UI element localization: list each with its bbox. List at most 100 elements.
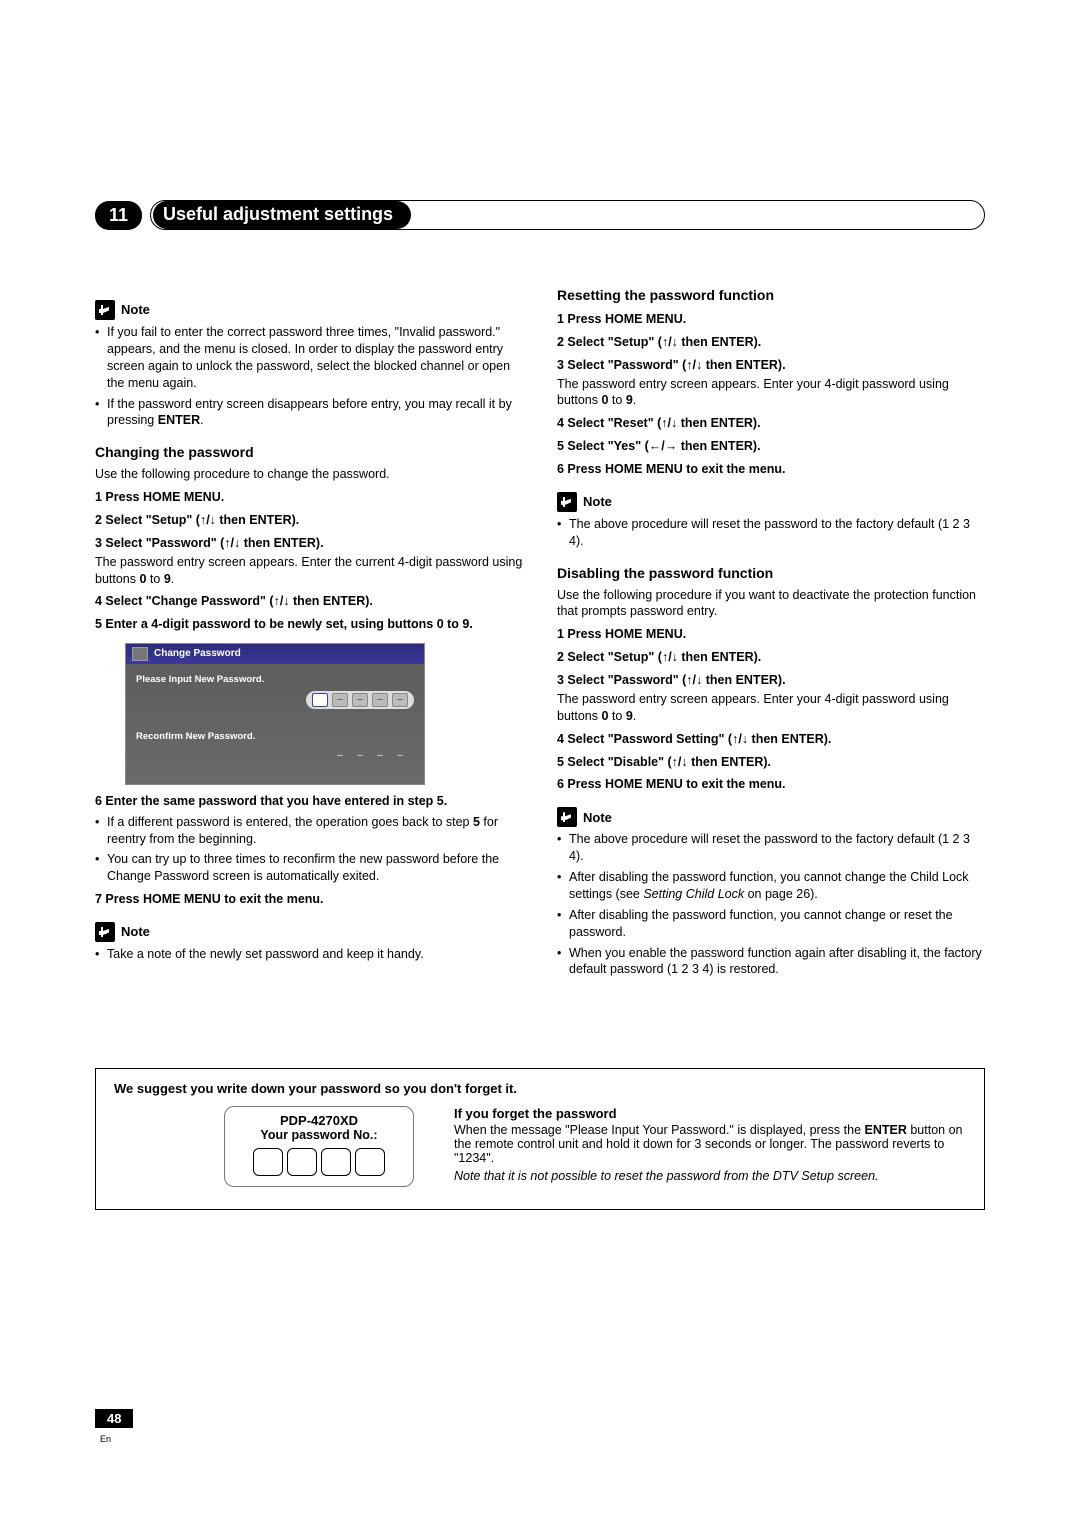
password-digit-slot: – <box>352 750 368 764</box>
password-digit-slot: – <box>352 693 368 707</box>
step: 4 Select "Change Password" (↑/↓ then ENT… <box>95 593 523 610</box>
text-bold: 9 <box>164 572 171 586</box>
lead-text: Use the following procedure to change th… <box>95 466 523 483</box>
password-cells <box>235 1148 403 1176</box>
note-label: Note <box>121 301 150 319</box>
text: When the message "Please Input Your Pass… <box>454 1123 865 1137</box>
change-password-dialog: Change Password Please Input New Passwor… <box>125 643 425 785</box>
page-number: 48 <box>95 1409 133 1428</box>
password-digit-slot <box>312 750 328 764</box>
step: 1 Press HOME MENU. <box>95 489 523 506</box>
step: 2 Select "Setup" (↑/↓ then ENTER). <box>557 649 985 666</box>
text: on page 26). <box>744 887 818 901</box>
note-item: Take a note of the newly set password an… <box>95 946 523 963</box>
note-item: If the password entry screen disappears … <box>95 396 523 430</box>
forget-password-heading: If you forget the password <box>454 1106 966 1121</box>
chapter-header: 11 Useful adjustment settings <box>95 200 985 230</box>
note-list: The above procedure will reset the passw… <box>557 516 985 550</box>
text-italic: Setting Child Lock <box>643 887 744 901</box>
step-note: The password entry screen appears. Enter… <box>95 554 523 588</box>
step: 3 Select "Password" (↑/↓ then ENTER). <box>557 672 985 689</box>
step: 1 Press HOME MENU. <box>557 626 985 643</box>
text-bold: 9 <box>626 393 633 407</box>
password-digit-slot <box>312 693 328 707</box>
note-list: If you fail to enter the correct passwor… <box>95 324 523 429</box>
text-bold: ENTER <box>865 1123 907 1137</box>
step-note: The password entry screen appears. Enter… <box>557 691 985 725</box>
step: 2 Select "Setup" (↑/↓ then ENTER). <box>95 512 523 529</box>
text-bold: 5 <box>473 815 480 829</box>
note-label: Note <box>583 493 612 511</box>
note-heading: Note <box>557 807 985 827</box>
text-bold: 9 <box>626 709 633 723</box>
step: 3 Select "Password" (↑/↓ then ENTER). <box>95 535 523 552</box>
note-icon <box>95 922 115 942</box>
step: 3 Select "Password" (↑/↓ then ENTER). <box>557 357 985 374</box>
dialog-title: Change Password <box>154 647 241 661</box>
password-digit-slot: – <box>392 693 408 707</box>
text: to <box>146 572 163 586</box>
text: to <box>608 393 625 407</box>
text: If a different password is entered, the … <box>107 815 473 829</box>
password-card-label: Your password No.: <box>235 1128 403 1142</box>
forget-password-body: When the message "Please Input Your Pass… <box>454 1123 966 1165</box>
note-label: Note <box>583 809 612 827</box>
note-icon <box>557 492 577 512</box>
left-column: Note If you fail to enter the correct pa… <box>95 286 523 978</box>
step: 5 Select "Yes" (←/→ then ENTER). <box>557 438 985 455</box>
note-heading: Note <box>95 300 523 320</box>
password-card: PDP-4270XD Your password No.: <box>224 1106 414 1187</box>
note-icon <box>557 807 577 827</box>
dialog-titlebar: Change Password <box>126 644 424 664</box>
note-item: After disabling the password function, y… <box>557 869 985 903</box>
note-label: Note <box>121 923 150 941</box>
note-item: If you fail to enter the correct passwor… <box>95 324 523 392</box>
step: 6 Enter the same password that you have … <box>95 793 523 810</box>
step: 4 Select "Reset" (↑/↓ then ENTER). <box>557 415 985 432</box>
sub-bullets: If a different password is entered, the … <box>95 814 523 886</box>
text: . <box>633 709 636 723</box>
model-number: PDP-4270XD <box>235 1113 403 1128</box>
step: 6 Press HOME MENU to exit the menu. <box>557 461 985 478</box>
password-cell <box>321 1148 351 1176</box>
section-heading-resetting: Resetting the password function <box>557 286 985 305</box>
note-item: After disabling the password function, y… <box>557 907 985 941</box>
password-cell <box>355 1148 385 1176</box>
step: 5 Enter a 4-digit password to be newly s… <box>95 616 523 633</box>
forget-password-note: Note that it is not possible to reset th… <box>454 1169 966 1183</box>
password-digit-slot: – <box>332 750 348 764</box>
password-digit-slot: – <box>372 693 388 707</box>
page-language: En <box>100 1434 111 1444</box>
step: 2 Select "Setup" (↑/↓ then ENTER). <box>557 334 985 351</box>
note-item: When you enable the password function ag… <box>557 945 985 979</box>
section-heading-changing: Changing the password <box>95 443 523 462</box>
chapter-title: Useful adjustment settings <box>153 201 411 229</box>
note-item: The above procedure will reset the passw… <box>557 831 985 865</box>
chapter-number-badge: 11 <box>95 201 142 230</box>
text: . <box>633 393 636 407</box>
password-digit-slot: – <box>392 750 408 764</box>
text: . <box>171 572 174 586</box>
dialog-label: Reconfirm New Password. <box>136 731 414 744</box>
step: 5 Select "Disable" (↑/↓ then ENTER). <box>557 754 985 771</box>
note-item: The above procedure will reset the passw… <box>557 516 985 550</box>
bullet-item: You can try up to three times to reconfi… <box>95 851 523 885</box>
step-note: The password entry screen appears. Enter… <box>557 376 985 410</box>
forget-password-text: If you forget the password When the mess… <box>454 1106 966 1187</box>
password-digit-slot: – <box>332 693 348 707</box>
password-confirm-row: – – – – <box>306 748 414 766</box>
note-list: The above procedure will reset the passw… <box>557 831 985 978</box>
text: to <box>608 709 625 723</box>
step: 1 Press HOME MENU. <box>557 311 985 328</box>
note-heading: Note <box>95 922 523 942</box>
password-digit-slot: – <box>372 750 388 764</box>
dialog-label: Please Input New Password. <box>136 674 414 687</box>
password-cell <box>287 1148 317 1176</box>
password-cell <box>253 1148 283 1176</box>
note-heading: Note <box>557 492 985 512</box>
chapter-title-pill: Useful adjustment settings <box>150 200 985 230</box>
step: 4 Select "Password Setting" (↑/↓ then EN… <box>557 731 985 748</box>
password-reminder-box: We suggest you write down your password … <box>95 1068 985 1210</box>
text: . <box>200 413 203 427</box>
step: 7 Press HOME MENU to exit the menu. <box>95 891 523 908</box>
